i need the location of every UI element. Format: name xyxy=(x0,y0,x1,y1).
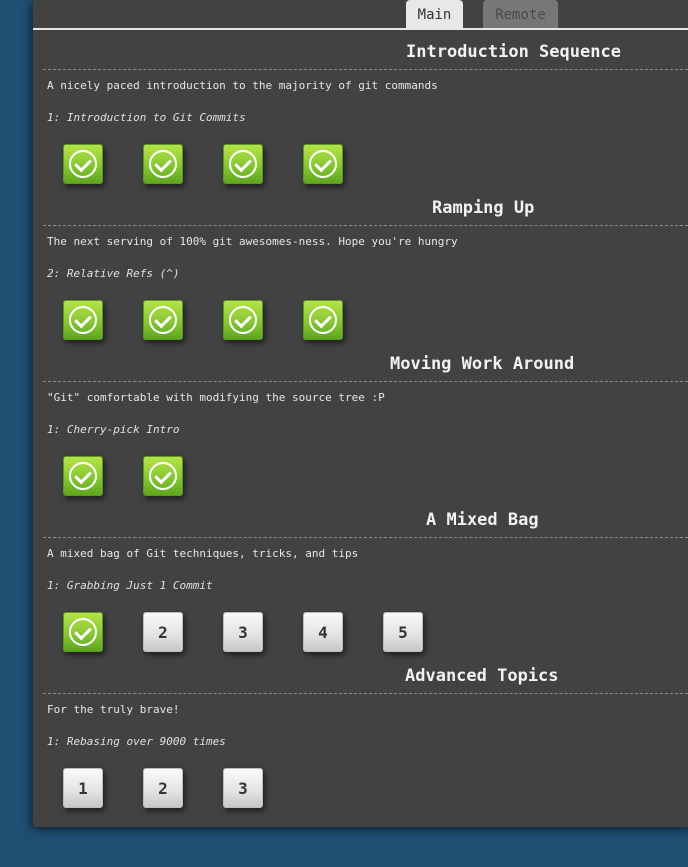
sequence-description: For the truly brave! xyxy=(47,703,180,716)
sequence-current-level: 1: Introduction to Git Commits xyxy=(47,111,246,124)
check-circle-icon xyxy=(149,462,177,490)
sequence-current-level: 1: Grabbing Just 1 Commit xyxy=(47,579,213,592)
level-button-3[interactable] xyxy=(223,300,263,340)
sequence-title: Ramping Up xyxy=(432,198,535,218)
sequence-description: "Git" comfortable with modifying the sou… xyxy=(47,391,385,404)
tab-main[interactable]: Main xyxy=(406,0,463,28)
sequence-divider xyxy=(43,381,688,382)
level-button-1[interactable] xyxy=(63,612,103,652)
level-number: 1 xyxy=(78,778,88,798)
sequence-divider xyxy=(43,537,688,538)
level-button-2[interactable] xyxy=(143,144,183,184)
level-button-3[interactable]: 3 xyxy=(223,612,263,652)
level-button-1[interactable] xyxy=(63,144,103,184)
check-circle-icon xyxy=(149,306,177,334)
level-number: 4 xyxy=(318,622,328,642)
sequence-title: Moving Work Around xyxy=(390,354,575,374)
tab-remote[interactable]: Remote xyxy=(483,0,558,28)
level-select-panel: Main Remote Introduction Sequence A nicel… xyxy=(33,0,688,827)
sequence-current-level: 2: Relative Refs (^) xyxy=(47,267,180,280)
check-circle-icon xyxy=(229,306,257,334)
check-circle-icon xyxy=(69,618,97,646)
level-button-4[interactable] xyxy=(303,300,343,340)
level-button-2[interactable] xyxy=(143,300,183,340)
sequence-description: The next serving of 100% git awesomes-ne… xyxy=(47,235,458,248)
sequence-divider xyxy=(43,225,688,226)
level-button-5[interactable]: 5 xyxy=(383,612,423,652)
level-button-3[interactable] xyxy=(223,144,263,184)
level-button-2[interactable]: 2 xyxy=(143,612,183,652)
sequence-description: A mixed bag of Git techniques, tricks, a… xyxy=(47,547,359,560)
check-circle-icon xyxy=(309,306,337,334)
level-button-1[interactable]: 1 xyxy=(63,768,103,808)
sequence-current-level: 1: Cherry-pick Intro xyxy=(47,423,180,436)
level-button-1[interactable] xyxy=(63,456,103,496)
level-number: 5 xyxy=(398,622,408,642)
level-number: 3 xyxy=(238,778,248,798)
sequence-title: Introduction Sequence xyxy=(406,42,621,62)
level-button-4[interactable]: 4 xyxy=(303,612,343,652)
sequence-title: A Mixed Bag xyxy=(426,510,539,530)
sequence-description: A nicely paced introduction to the major… xyxy=(47,79,438,92)
sequence-title: Advanced Topics xyxy=(405,666,559,686)
level-number: 2 xyxy=(158,778,168,798)
check-circle-icon xyxy=(309,150,337,178)
sequence-divider xyxy=(43,69,688,70)
sequence-divider xyxy=(43,693,688,694)
level-button-2[interactable] xyxy=(143,456,183,496)
check-circle-icon xyxy=(229,150,257,178)
check-circle-icon xyxy=(69,150,97,178)
level-button-1[interactable] xyxy=(63,300,103,340)
check-circle-icon xyxy=(69,462,97,490)
level-number: 2 xyxy=(158,622,168,642)
level-button-4[interactable] xyxy=(303,144,343,184)
check-circle-icon xyxy=(69,306,97,334)
tab-bar: Main Remote xyxy=(33,0,688,30)
check-circle-icon xyxy=(149,150,177,178)
sequence-current-level: 1: Rebasing over 9000 times xyxy=(47,735,226,748)
level-button-2[interactable]: 2 xyxy=(143,768,183,808)
level-button-3[interactable]: 3 xyxy=(223,768,263,808)
level-number: 3 xyxy=(238,622,248,642)
